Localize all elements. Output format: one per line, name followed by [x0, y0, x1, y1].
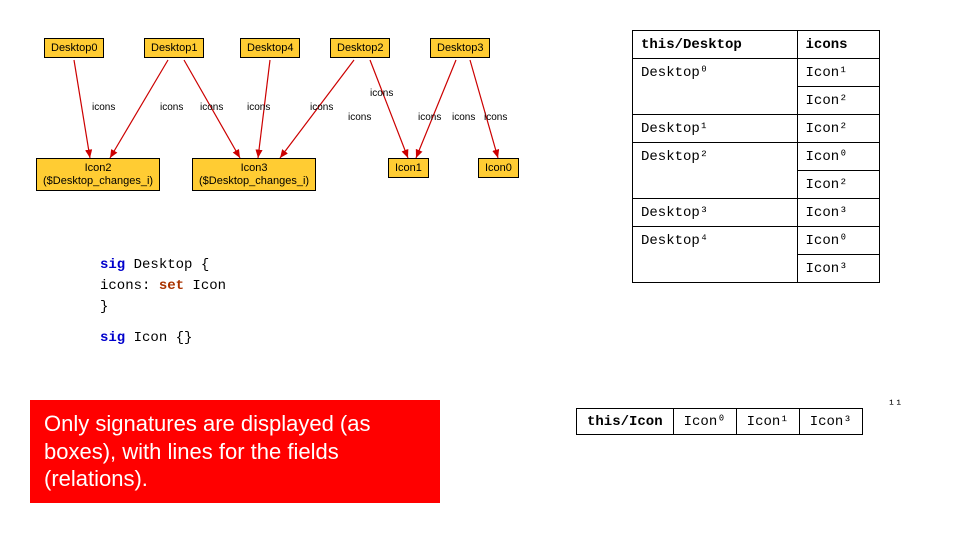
table-cell: Desktop³ [633, 199, 798, 227]
table-cell: Icon⁰ [797, 143, 879, 171]
edge-label: icons [370, 88, 393, 99]
table2-cell: Icon⁰ [673, 409, 736, 435]
table-header-left: this/Desktop [633, 31, 798, 59]
code-text: icons: [100, 278, 159, 294]
edge-label: icons [200, 102, 223, 113]
edge-label: icons [484, 112, 507, 123]
this-icon-table: this/Icon Icon⁰ Icon¹ Icon³ [576, 408, 863, 435]
table-cell [633, 171, 798, 199]
table-cell [633, 87, 798, 115]
node-desktop1: Desktop1 [144, 38, 204, 58]
table-cell [633, 255, 798, 283]
desktop-icons-table: this/Desktop icons Desktop⁰Icon¹ Icon² D… [632, 30, 880, 283]
caption-box: Only signatures are displayed (as boxes)… [30, 400, 440, 503]
diagram-edges [30, 30, 590, 230]
table2-cell: Icon³ [799, 409, 862, 435]
table-cell: Icon¹ [797, 59, 879, 87]
node-desktop3: Desktop3 [430, 38, 490, 58]
table-cell: Desktop⁴ [633, 227, 798, 255]
node-icon0: Icon0 [478, 158, 519, 178]
table-cell: Icon² [797, 115, 879, 143]
keyword-sig: sig [100, 330, 125, 346]
node-icon3-label: Icon3 [241, 162, 268, 174]
node-desktop4: Desktop4 [240, 38, 300, 58]
node-icon2-sublabel: ($Desktop_changes_i) [43, 175, 153, 187]
table-cell: Desktop² [633, 143, 798, 171]
edge-label: icons [160, 102, 183, 113]
table-header-right: icons [797, 31, 879, 59]
node-icon3: Icon3 ($Desktop_changes_i) [192, 158, 316, 191]
table2-cell: Icon¹ [736, 409, 799, 435]
keyword-sig: sig [100, 257, 125, 273]
table-cell: Desktop¹ [633, 115, 798, 143]
edge-label: icons [247, 102, 270, 113]
code-text: } [100, 297, 226, 318]
node-icon2: Icon2 ($Desktop_changes_i) [36, 158, 160, 191]
table-cell: Icon³ [797, 199, 879, 227]
edge-label: icons [92, 102, 115, 113]
code-text: Desktop { [125, 257, 209, 273]
table2-header: this/Icon [577, 409, 674, 435]
node-icon2-label: Icon2 [85, 162, 112, 174]
node-desktop2: Desktop2 [330, 38, 390, 58]
table-cell: Icon² [797, 87, 879, 115]
code-text: Icon {} [125, 330, 192, 346]
code-snippet: sig Desktop { icons: set Icon } sig Icon… [100, 255, 226, 349]
table2-annot: ¹¹ [888, 398, 902, 412]
relation-diagram: Desktop0 Desktop1 Desktop4 Desktop2 Desk… [30, 30, 590, 230]
table-cell: Icon⁰ [797, 227, 879, 255]
edge-label: icons [452, 112, 475, 123]
code-text: Icon [184, 278, 226, 294]
node-desktop0: Desktop0 [44, 38, 104, 58]
table-cell: Desktop⁰ [633, 59, 798, 87]
node-icon3-sublabel: ($Desktop_changes_i) [199, 175, 309, 187]
edge-label: icons [418, 112, 441, 123]
edge-label: icons [310, 102, 333, 113]
edge-label: icons [348, 112, 371, 123]
node-icon1: Icon1 [388, 158, 429, 178]
keyword-set: set [159, 278, 184, 294]
table-cell: Icon² [797, 171, 879, 199]
table-cell: Icon³ [797, 255, 879, 283]
